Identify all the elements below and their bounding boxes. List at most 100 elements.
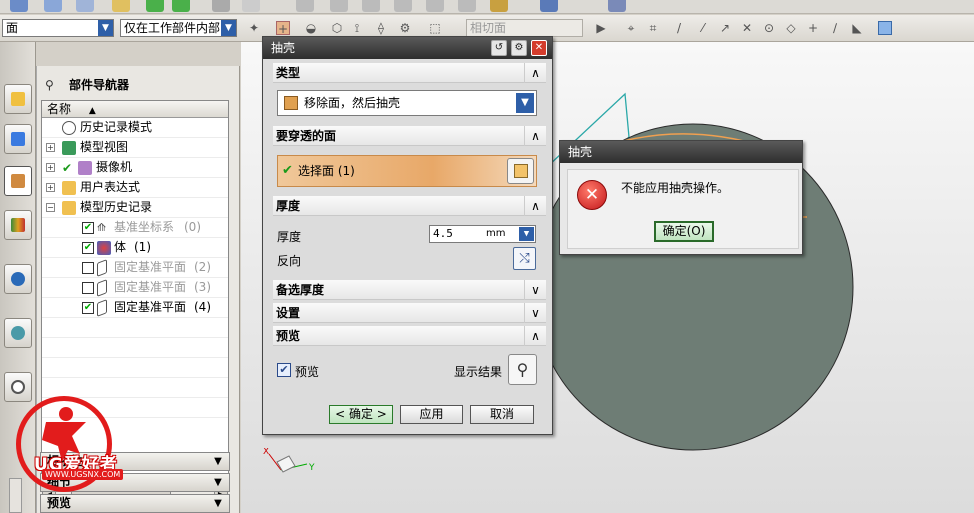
layers-icon[interactable] xyxy=(44,0,62,12)
reuse-library-button[interactable] xyxy=(4,210,32,240)
endpoint-icon[interactable]: / xyxy=(672,21,686,35)
section-alt-thickness[interactable]: 备选厚度 ∨ xyxy=(273,280,546,300)
apply-button[interactable]: 应用 xyxy=(400,405,463,424)
tree-row[interactable]: ✔ ⟰ 基准坐标系 (0) xyxy=(42,218,228,238)
tree-row[interactable]: 历史记录模式 xyxy=(42,118,228,138)
tree-row[interactable]: + ✔ 摄像机 xyxy=(42,158,228,178)
expand-icon[interactable]: + xyxy=(46,163,55,172)
control-point-icon[interactable]: ↗ xyxy=(718,21,732,35)
reverse-direction-button[interactable]: ⤭ xyxy=(513,247,536,270)
box-select-icon[interactable]: ⬚ xyxy=(428,21,442,35)
check-icon[interactable] xyxy=(146,0,164,12)
existing-point-icon[interactable]: + xyxy=(806,21,820,35)
select-face-row[interactable]: ✔ 选择面 (1) xyxy=(277,155,537,187)
section-preview[interactable]: 预览 ∧ xyxy=(273,326,546,346)
close-icon[interactable]: ✕ xyxy=(531,40,547,56)
check-icon[interactable] xyxy=(172,0,190,12)
thickness-input[interactable]: 4.5 mm ▼ xyxy=(429,225,536,243)
shell-type-select[interactable]: 移除面，然后抽壳 ▼ xyxy=(277,90,537,116)
face-selection-button[interactable] xyxy=(507,158,534,184)
filter-icon[interactable]: ⟠ xyxy=(374,21,388,35)
visibility-checkbox[interactable]: ✔ xyxy=(82,242,94,254)
analysis-icon[interactable] xyxy=(212,0,230,12)
expand-icon[interactable]: + xyxy=(46,183,55,192)
point-on-face-icon[interactable]: ◣ xyxy=(850,21,864,35)
snap-point-icon[interactable]: + xyxy=(276,21,290,36)
error-title-bar[interactable]: 抽壳 xyxy=(560,141,802,163)
shape-icon[interactable] xyxy=(330,0,348,12)
section-type[interactable]: 类型 ∧ xyxy=(273,63,546,83)
chevron-down-icon[interactable]: ▼ xyxy=(221,20,236,36)
chevron-up-icon[interactable]: ∧ xyxy=(524,326,546,346)
pin-icon[interactable]: ⚲ xyxy=(45,78,57,92)
midpoint-icon[interactable]: ⁄ xyxy=(696,21,710,35)
history-button[interactable] xyxy=(4,318,32,348)
chevron-down-icon[interactable]: ∨ xyxy=(524,280,546,300)
chevron-up-icon[interactable]: ∧ xyxy=(524,196,546,216)
section-thickness[interactable]: 厚度 ∧ xyxy=(273,196,546,216)
collapse-icon[interactable]: − xyxy=(46,203,55,212)
column-header[interactable]: 名称 ▲ xyxy=(42,101,228,118)
scope-select[interactable]: 仅在工作部件内部 ▼ xyxy=(120,19,237,37)
filter-icon[interactable]: ⟟ xyxy=(350,21,364,35)
tree-row[interactable]: 固定基准平面 (3) xyxy=(42,278,228,298)
section-settings[interactable]: 设置 ∨ xyxy=(273,303,546,323)
chevron-down-icon[interactable]: ▼ xyxy=(209,496,227,511)
chevron-down-icon[interactable]: ∨ xyxy=(524,303,546,323)
chevron-up-icon[interactable]: ∧ xyxy=(524,126,546,146)
visibility-checkbox[interactable] xyxy=(82,282,94,294)
show-result-button[interactable]: ⚲ xyxy=(508,354,537,385)
chevron-down-icon[interactable]: ▼ xyxy=(519,227,534,241)
web-browser-button[interactable] xyxy=(4,264,32,294)
error-ok-button[interactable]: 确定(O) xyxy=(654,221,714,242)
extrude-icon[interactable] xyxy=(112,0,130,12)
part-navigator-button[interactable] xyxy=(4,166,32,196)
ok-button[interactable]: < 确定 > xyxy=(329,405,393,424)
cancel-button[interactable]: 取消 xyxy=(470,405,534,424)
chevron-up-icon[interactable]: ∧ xyxy=(524,63,546,83)
visibility-checkbox[interactable]: ✔ xyxy=(82,222,94,234)
tree-row[interactable]: + 模型视图 xyxy=(42,138,228,158)
snap-icon[interactable]: ⌖ xyxy=(624,21,638,35)
abc-icon[interactable] xyxy=(242,0,260,12)
section-faces[interactable]: 要穿透的面 ∧ xyxy=(273,126,546,146)
shape-icon[interactable] xyxy=(394,0,412,12)
intersection-icon[interactable]: ✕ xyxy=(740,21,754,35)
expand-icon[interactable]: + xyxy=(46,143,55,152)
tree-row[interactable]: 固定基准平面 (2) xyxy=(42,258,228,278)
tree-row[interactable]: ✔ 体 (1) xyxy=(42,238,228,258)
select-all-icon[interactable]: ✦ xyxy=(247,21,261,35)
visibility-checkbox[interactable]: ✔ xyxy=(82,302,94,314)
shape-icon[interactable] xyxy=(296,0,314,12)
point-on-curve-icon[interactable]: ∕ xyxy=(828,21,842,35)
snap-face-select[interactable]: 相切面 xyxy=(466,19,583,37)
dialog-title-bar[interactable]: 抽壳 ↺ ⚙ ✕ xyxy=(263,37,552,59)
tree-row[interactable]: + 用户表达式 xyxy=(42,178,228,198)
preview-checkbox[interactable]: ✔ xyxy=(277,363,291,377)
reset-icon[interactable]: ↺ xyxy=(491,40,507,56)
save-icon[interactable] xyxy=(10,0,28,12)
chevron-down-icon[interactable]: ▼ xyxy=(516,93,534,113)
constraint-navigator-button[interactable] xyxy=(4,124,32,154)
cube-icon[interactable] xyxy=(878,21,892,35)
gear-icon[interactable]: ⚙ xyxy=(511,40,527,56)
tree-row[interactable]: ✔ 固定基准平面 (4) xyxy=(42,298,228,318)
quadrant-icon[interactable]: ◇ xyxy=(784,21,798,35)
shape-icon[interactable] xyxy=(458,0,476,12)
arc-center-icon[interactable]: ⊙ xyxy=(762,21,776,35)
type-filter-select[interactable]: 面 ▼ xyxy=(2,19,114,37)
assembly-navigator-button[interactable] xyxy=(4,84,32,114)
database-icon[interactable] xyxy=(540,0,558,12)
visibility-checkbox[interactable] xyxy=(82,262,94,274)
view-icon[interactable] xyxy=(608,0,626,12)
snap-icon[interactable]: ⌗ xyxy=(646,21,660,35)
shape-icon[interactable] xyxy=(426,0,444,12)
chevron-down-icon[interactable]: ▼ xyxy=(209,475,227,490)
chevron-down-icon[interactable]: ▼ xyxy=(209,454,227,469)
shape-icon[interactable] xyxy=(362,0,380,12)
chevron-down-icon[interactable]: ▼ xyxy=(98,20,113,36)
tree-row[interactable]: − 模型历史记录 xyxy=(42,198,228,218)
sketch-icon[interactable] xyxy=(76,0,94,12)
filter-icon[interactable]: ◒ xyxy=(304,21,318,35)
shape-icon[interactable] xyxy=(490,0,508,12)
